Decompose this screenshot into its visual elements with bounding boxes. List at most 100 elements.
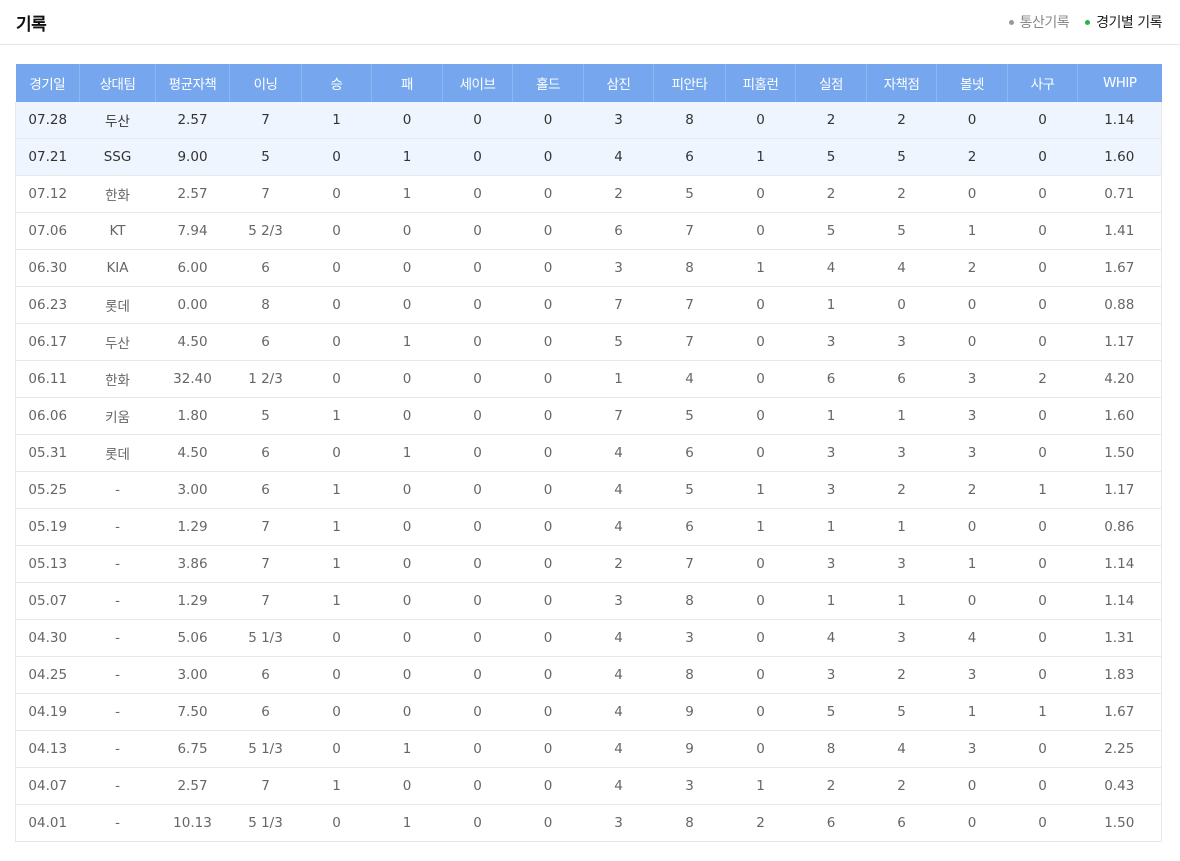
table-cell: 6 <box>795 804 867 842</box>
table-cell: 3.00 <box>155 471 230 509</box>
table-cell: 1.31 <box>1077 619 1162 657</box>
table-cell: 1.67 <box>1077 249 1162 287</box>
table-cell: 2 <box>936 249 1008 287</box>
table-cell: 6 <box>795 360 867 398</box>
table-cell: 6 <box>866 804 937 842</box>
table-cell: 07.12 <box>15 175 80 213</box>
table-cell: 0 <box>442 212 513 250</box>
column-header: 경기일 <box>15 64 80 102</box>
table-cell: 07.28 <box>15 102 80 139</box>
record-tabs: 통산기록 경기별 기록 <box>1008 12 1162 32</box>
table-cell: - <box>79 471 156 509</box>
table-cell: 4.50 <box>155 323 230 361</box>
table-cell: 1 <box>795 397 867 435</box>
tab-game-record[interactable]: 경기별 기록 <box>1085 12 1162 32</box>
table-cell: 0 <box>512 656 584 694</box>
table-cell: 0 <box>936 175 1008 213</box>
table-cell: 0 <box>371 471 443 509</box>
table-cell: 1.29 <box>155 582 230 620</box>
table-cell: 1 <box>583 360 654 398</box>
table-cell: 2 <box>583 545 654 583</box>
table-cell: 4.50 <box>155 434 230 472</box>
table-cell: 1 <box>301 102 372 139</box>
table-cell: 0 <box>442 545 513 583</box>
table-row: 05.13-3.86 7 1 0 0 0 2 7 0 3 3 1 0 1.14 <box>15 545 1162 583</box>
table-cell: 0 <box>301 619 372 657</box>
table-cell: 06.06 <box>15 397 80 435</box>
table-cell: 0 <box>442 249 513 287</box>
table-cell: 04.01 <box>15 804 80 842</box>
table-cell: 04.13 <box>15 730 80 768</box>
table-row: 05.25-3.00 6 1 0 0 0 4 5 1 3 2 2 1 1.17 <box>15 471 1162 509</box>
table-cell: 0 <box>301 249 372 287</box>
column-header: 삼진 <box>583 64 654 102</box>
table-cell: 2.25 <box>1077 730 1162 768</box>
table-cell: 0 <box>301 656 372 694</box>
table-cell: 1.83 <box>1077 656 1162 694</box>
table-cell: 7 <box>229 545 302 583</box>
table-cell: 1 <box>371 175 443 213</box>
table-cell: - <box>79 730 156 768</box>
tab-career-record[interactable]: 통산기록 <box>1008 12 1070 32</box>
table-cell: 2.57 <box>155 767 230 805</box>
table-cell: 두산 <box>79 102 156 139</box>
table-cell: 5 <box>229 397 302 435</box>
table-cell: 05.31 <box>15 434 80 472</box>
table-cell: 0 <box>442 323 513 361</box>
table-cell: 0 <box>1007 212 1078 250</box>
table-cell: 0.00 <box>155 286 230 324</box>
table-row: 04.25-3.00 6 0 0 0 0 4 8 0 3 2 3 0 1.83 <box>15 656 1162 694</box>
table-cell: 4 <box>795 619 867 657</box>
table-cell: 3 <box>653 767 726 805</box>
table-cell: 1 <box>725 138 796 176</box>
table-cell: 6 <box>653 508 726 546</box>
table-cell: 키움 <box>79 397 156 435</box>
table-cell: 0 <box>442 360 513 398</box>
table-cell: 7.94 <box>155 212 230 250</box>
table-cell: 6 <box>229 656 302 694</box>
table-cell: 5 <box>795 693 867 731</box>
table-cell: 0 <box>442 767 513 805</box>
table-cell: 06.17 <box>15 323 80 361</box>
table-cell: 0 <box>512 767 584 805</box>
table-cell: 9 <box>653 730 726 768</box>
table-cell: 롯데 <box>79 434 156 472</box>
section-header: 기록 통산기록 경기별 기록 <box>0 0 1180 45</box>
table-cell: 2 <box>866 102 937 139</box>
table-cell: 1 <box>301 767 372 805</box>
table-cell: 1 <box>371 804 443 842</box>
table-cell: 0 <box>725 102 796 139</box>
table-cell: 2.57 <box>155 102 230 139</box>
table-cell: 0 <box>725 545 796 583</box>
table-cell: 10.13 <box>155 804 230 842</box>
table-cell: 0 <box>512 360 584 398</box>
table-cell: 1 <box>1007 693 1078 731</box>
table-cell: 3 <box>936 397 1008 435</box>
table-cell: 3 <box>936 730 1008 768</box>
table-cell: 0 <box>442 286 513 324</box>
table-cell: 0 <box>725 619 796 657</box>
table-cell: 0 <box>371 360 443 398</box>
table-cell: 04.25 <box>15 656 80 694</box>
column-header: 자책점 <box>866 64 937 102</box>
table-cell: 0.88 <box>1077 286 1162 324</box>
table-cell: 07.21 <box>15 138 80 176</box>
table-cell: 6 <box>229 249 302 287</box>
table-cell: 6.75 <box>155 730 230 768</box>
table-cell: 4 <box>583 656 654 694</box>
tab-label: 경기별 기록 <box>1096 15 1162 31</box>
bullet-dot-icon <box>1085 19 1091 25</box>
table-body: 07.28 두산 2.57 7 1 0 0 0 3 8 0 2 2 0 0 1.14 07.21 SSG 9.00 5… <box>15 102 1162 842</box>
table-cell: 6 <box>653 138 726 176</box>
column-header: 이닝 <box>229 64 302 102</box>
table-cell: 0 <box>1007 102 1078 139</box>
column-header: 사구 <box>1007 64 1078 102</box>
table-cell: - <box>79 508 156 546</box>
table-cell: 7 <box>583 397 654 435</box>
table-cell: 0 <box>725 360 796 398</box>
table-cell: 7 <box>653 545 726 583</box>
table-cell: 0 <box>512 545 584 583</box>
table-cell: 0 <box>1007 397 1078 435</box>
table-cell: 7 <box>229 508 302 546</box>
table-cell: 7 <box>583 286 654 324</box>
